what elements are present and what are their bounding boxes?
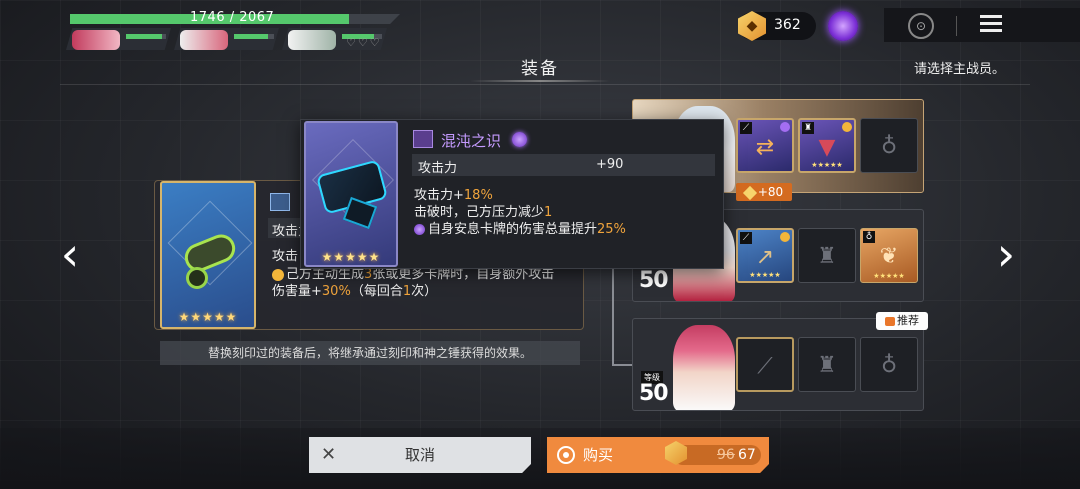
previous-arrow-button[interactable]: ‹ (56, 231, 84, 280)
recommend-badge: 推荐 (876, 312, 928, 330)
title-underline (470, 80, 610, 82)
avatar (180, 30, 228, 50)
party-member-portrait-2[interactable] (174, 28, 279, 50)
armor-icon: ♜ (817, 353, 837, 378)
rarity-orb-icon (512, 132, 527, 147)
swap-icon: ⇄ (755, 135, 775, 160)
weapon-slot[interactable]: ⟋ (736, 337, 794, 392)
character-portrait (673, 325, 735, 410)
price-tag: 96 67 (665, 441, 761, 465)
accessory-slot[interactable]: ♁ ❦ ★★★★★ (860, 228, 918, 283)
armor-slot[interactable]: ♜ (798, 228, 856, 283)
attack-bonus-badge: +80 (736, 183, 792, 201)
party-hp-text: 1746 / 2067 (190, 10, 275, 25)
hamburger-menu-icon[interactable] (980, 15, 1002, 33)
member-hp-fill (126, 34, 162, 39)
accessory-slot[interactable]: ♁ (860, 118, 918, 173)
lock-icon[interactable]: ⊙ (908, 13, 934, 39)
effect-line: 自身安息卡牌的伤害总量提升25% (414, 218, 626, 237)
divider (60, 84, 1030, 85)
coin-icon (272, 268, 284, 281)
avatar (288, 30, 336, 50)
buy-label: 购买 (583, 446, 614, 464)
rarity-orb-icon (414, 224, 425, 235)
buy-icon (557, 446, 575, 464)
party-member-portrait-1[interactable] (66, 28, 171, 50)
card-stars: ★★★★★ (178, 310, 238, 324)
stat-row (412, 154, 715, 176)
currency-value: 362 (774, 17, 801, 33)
tooltip-equipment-card (304, 121, 398, 267)
weapon-type-icon (413, 130, 433, 148)
weapon-type-icon (270, 193, 290, 211)
weapon-slot[interactable]: ⟋ ↗ ★★★★★ (736, 228, 794, 283)
character-level: 50 (639, 268, 669, 293)
bottom-bar (0, 428, 1080, 489)
character-level: 50 (639, 381, 669, 406)
card-stars: ★★★★★ (811, 161, 843, 169)
original-price: 96 (717, 447, 735, 463)
equipment-name: 混沌之识 (441, 132, 502, 150)
ring-icon: ♁ (880, 134, 898, 159)
card-stars: ★★★★★ (321, 250, 381, 264)
stat-value: +90 (596, 157, 624, 172)
armor-icon: ♜ (817, 244, 837, 269)
effect-line: 伤害量+30%（每回合1次） (272, 284, 438, 299)
effect-line: 攻击 (272, 249, 299, 264)
card-stars: ★★★★★ (749, 271, 781, 279)
avatar (72, 30, 120, 50)
next-arrow-button[interactable]: › (992, 231, 1020, 280)
member-hp-bar (126, 34, 166, 39)
armor-slot[interactable]: ♜ (798, 337, 856, 392)
connector-line (612, 364, 632, 366)
divider (956, 16, 957, 36)
cancel-button[interactable]: ✕ 取消 (309, 437, 531, 473)
member-hp-fill (234, 34, 268, 39)
instruction-text: 请选择主战员。 (914, 62, 1006, 77)
weapon-slot[interactable]: ⟋ ⇄ (736, 118, 794, 173)
cancel-label: 取消 (404, 446, 435, 464)
cannon-artwork (186, 267, 208, 289)
card-stars: ★★★★★ (873, 272, 905, 280)
buy-button[interactable]: 购买 96 67 (547, 437, 769, 473)
member-hp-bar (234, 34, 274, 39)
stress-hearts: ♡♡♡ (346, 36, 382, 49)
new-equipment-card[interactable]: ★★★★★ (160, 181, 256, 329)
close-icon: ✕ (321, 444, 337, 465)
page-title: 装备 (521, 59, 559, 79)
accessory-slot[interactable]: ♁ (860, 337, 918, 392)
discount-price: 67 (738, 447, 756, 463)
sword-icon: ⟋ (757, 354, 773, 379)
coin-icon (665, 441, 687, 465)
armor-slot[interactable]: ♜ ▼ ★★★★★ (798, 118, 856, 173)
thumbs-up-icon (885, 316, 895, 326)
ring-icon: ♁ (880, 353, 898, 378)
replace-note: 替换刻印过的装备后，将继承通过刻印和神之锤获得的效果。 (160, 341, 580, 365)
purple-orb-icon[interactable] (828, 11, 858, 41)
stat-label: 攻击力 (418, 161, 458, 176)
